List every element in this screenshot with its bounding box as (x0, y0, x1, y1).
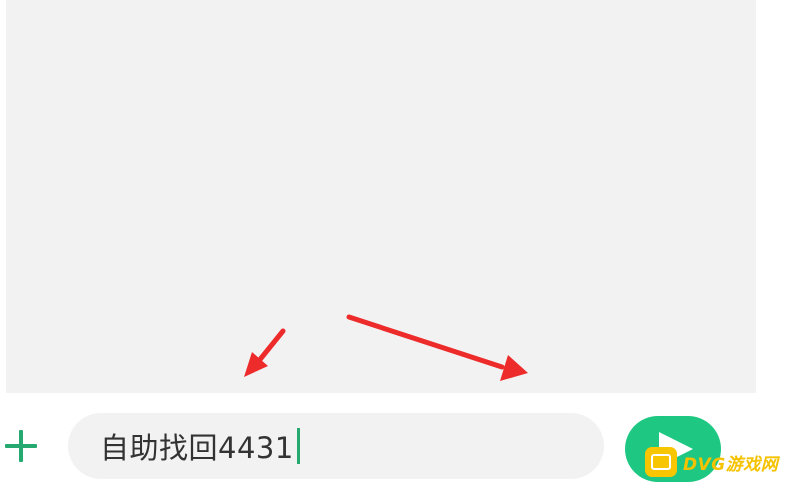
watermark: DVG游戏网 (645, 446, 778, 478)
message-input[interactable]: 自助找回4431 (68, 413, 604, 479)
text-cursor (296, 428, 300, 464)
message-input-text: 自助找回4431 (100, 431, 294, 465)
plus-icon[interactable] (2, 428, 38, 464)
chat-message-area (6, 0, 756, 393)
watermark-text: DVG游戏网 (683, 454, 779, 475)
gamepad-icon (645, 447, 677, 477)
